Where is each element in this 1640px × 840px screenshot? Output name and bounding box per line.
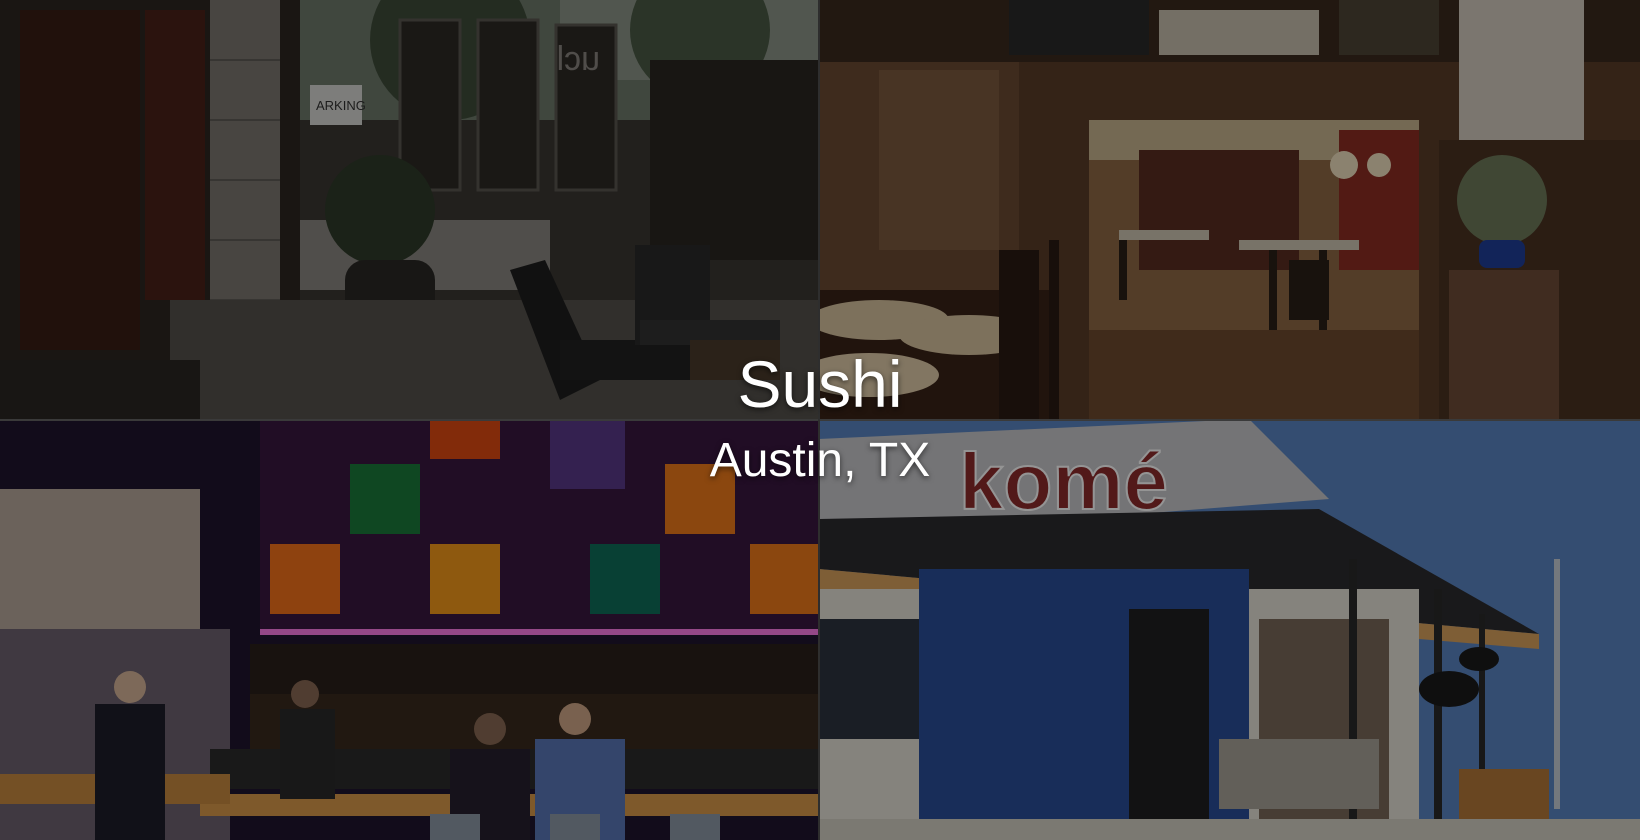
kome-storefront-photo-shade <box>819 419 1640 840</box>
patio-photo-shade <box>0 0 819 419</box>
dining-room-photo-shade <box>819 0 1640 419</box>
sushi-bar-photo-shade <box>0 419 819 840</box>
dining-room-photo <box>819 0 1640 419</box>
horizontal-divider <box>0 419 1640 421</box>
vertical-divider <box>818 0 820 840</box>
kome-storefront-photo: komé <box>819 419 1640 840</box>
patio-photo: ARKING ucl <box>0 0 819 419</box>
sushi-bar-photo <box>0 419 819 840</box>
